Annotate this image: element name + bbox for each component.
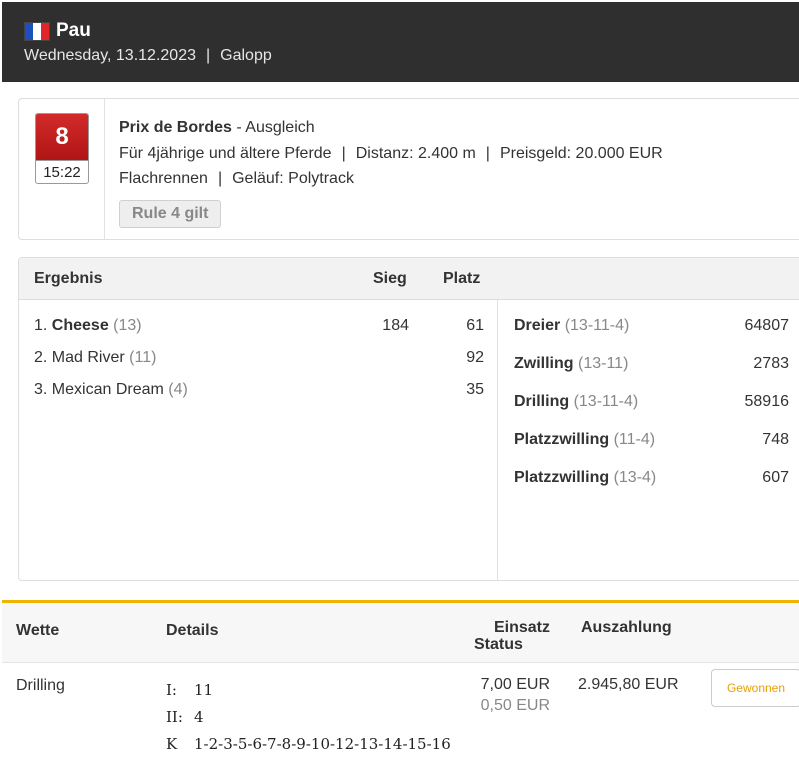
results-title: Ergebnis — [34, 270, 103, 287]
france-flag-icon — [24, 22, 50, 41]
bet-combination: (13-11) — [578, 355, 629, 372]
venue-title: Pau — [56, 20, 91, 41]
rule-4-button[interactable]: Rule 4 gilt — [119, 199, 222, 228]
runner-name[interactable]: Cheese — [52, 317, 109, 334]
detail-value: 4 — [194, 708, 204, 726]
wager-table: Wette Details Einsatz Status Auszahlung … — [2, 600, 799, 767]
stake-column-header: Einsatz — [493, 619, 550, 636]
race-distance: Distanz: 2.400 m — [355, 144, 476, 162]
bet-type-row: Zwilling (13-11) — [514, 355, 628, 373]
runner-position: 2. — [34, 349, 48, 366]
meeting-date: Wednesday, 13.12.2023 — [24, 47, 196, 64]
meeting-type: Galopp — [220, 47, 272, 64]
payout-column-header: Auszahlung — [581, 619, 672, 636]
separator: | — [217, 170, 223, 187]
race-type-line: Flachrennen | Geläuf: Polytrack — [119, 166, 663, 192]
race-conditions-line: Für 4jährige und ältere Pferde | Distanz: … — [119, 141, 663, 167]
bet-payout: 2783 — [753, 355, 789, 372]
wager-payout: 2.945,80 EUR — [578, 676, 679, 693]
wager-detail-line: K 1-2-3-5-6-7-8-9-10-12-13-14-15-16 — [166, 735, 451, 753]
detail-label: K — [166, 735, 178, 753]
runner-name[interactable]: Mad River — [52, 349, 125, 366]
win-column-header: Sieg — [373, 270, 407, 287]
wager-stake: 7,00 EUR — [480, 676, 550, 693]
race-badge-column: 8 15:22 — [19, 99, 105, 239]
race-card: 8 15:22 Prix de Bordes - Ausgleich Für 4… — [18, 98, 799, 240]
won-status-button[interactable]: Gewonnen — [711, 669, 799, 707]
detail-label: I: — [166, 681, 177, 699]
runner-number: (11) — [129, 349, 157, 366]
bet-payout: 64807 — [744, 317, 790, 334]
bet-column-header: Wette — [16, 622, 60, 639]
race-name: Prix de Bordes — [119, 119, 232, 136]
race-time: 15:22 — [36, 160, 88, 183]
runner-row: 2. Mad River (11) — [34, 349, 156, 367]
results-card: Ergebnis Sieg Platz 1. Cheese (13) 184 6… — [18, 257, 799, 581]
bet-type-name: Platzzwilling — [514, 469, 610, 486]
bet-combination: (13-11-4) — [564, 317, 630, 334]
runner-number: (4) — [168, 381, 188, 398]
race-title-line: Prix de Bordes - Ausgleich — [119, 115, 663, 141]
detail-value: 11 — [194, 681, 214, 699]
runner-position: 1. — [34, 317, 48, 334]
race-prize: Preisgeld: 20.000 EUR — [499, 144, 663, 162]
bet-type-name: Dreier — [514, 317, 561, 334]
wager-unit-stake: 0,50 EUR — [480, 697, 550, 714]
separator: | — [205, 47, 211, 64]
runner-place-odds: 92 — [466, 349, 484, 366]
status-column-header: Status — [474, 636, 523, 653]
race-badge: 8 15:22 — [35, 113, 89, 184]
meeting-subline: Wednesday, 13.12.2023 | Galopp — [24, 47, 272, 65]
runner-win-odds: 184 — [382, 317, 409, 334]
flag-stripe-white — [33, 23, 41, 40]
wager-detail-line: I: 11 — [166, 681, 213, 699]
bet-type-row: Platzzwilling (11-4) — [514, 431, 655, 449]
runner-place-odds: 61 — [466, 317, 484, 334]
flag-stripe-blue — [25, 23, 33, 40]
bet-payout: 607 — [762, 469, 789, 486]
results-header: Ergebnis Sieg Platz — [19, 258, 799, 300]
separator: | — [341, 144, 346, 162]
runner-row: 3. Mexican Dream (4) — [34, 381, 188, 399]
race-number: 8 — [36, 114, 88, 160]
runner-row: 1. Cheese (13) — [34, 317, 142, 335]
bet-type-row: Dreier (13-11-4) — [514, 317, 629, 335]
results-divider — [497, 299, 498, 580]
bet-payout: 748 — [762, 431, 789, 448]
flag-stripe-red — [41, 23, 49, 40]
bet-type-row: Drilling (13-11-4) — [514, 393, 638, 411]
race-ground: Geläuf: Polytrack — [232, 170, 354, 187]
bet-combination: (13-11-4) — [573, 393, 639, 410]
bet-payout: 58916 — [744, 393, 790, 410]
bet-combination: (11-4) — [613, 431, 656, 448]
runner-number: (13) — [113, 317, 142, 334]
bet-type-row: Platzzwilling (13-4) — [514, 469, 656, 487]
bet-type-name: Zwilling — [514, 355, 574, 372]
place-column-header: Platz — [443, 270, 481, 287]
wager-detail-line: II: 4 — [166, 708, 204, 726]
race-category: - Ausgleich — [236, 119, 315, 136]
bet-type-name: Platzzwilling — [514, 431, 610, 448]
runner-name[interactable]: Mexican Dream — [52, 381, 164, 398]
separator: | — [485, 144, 490, 162]
meeting-header: Pau Wednesday, 13.12.2023 | Galopp — [2, 2, 799, 82]
race-type: Flachrennen — [119, 170, 208, 187]
bet-combination: (13-4) — [613, 469, 657, 486]
runner-position: 3. — [34, 381, 48, 398]
race-info: Prix de Bordes - Ausgleich Für 4jährige … — [119, 115, 663, 228]
race-conditions: Für 4jährige und ältere Pferde — [119, 144, 332, 162]
detail-value: 1-2-3-5-6-7-8-9-10-12-13-14-15-16 — [194, 735, 451, 753]
wager-bet-type: Drilling — [16, 677, 65, 694]
runner-place-odds: 35 — [466, 381, 484, 398]
wager-table-header: Wette Details Einsatz Status Auszahlung — [2, 603, 799, 663]
bet-type-name: Drilling — [514, 393, 570, 410]
details-column-header: Details — [166, 622, 219, 639]
detail-label: II: — [166, 708, 183, 726]
